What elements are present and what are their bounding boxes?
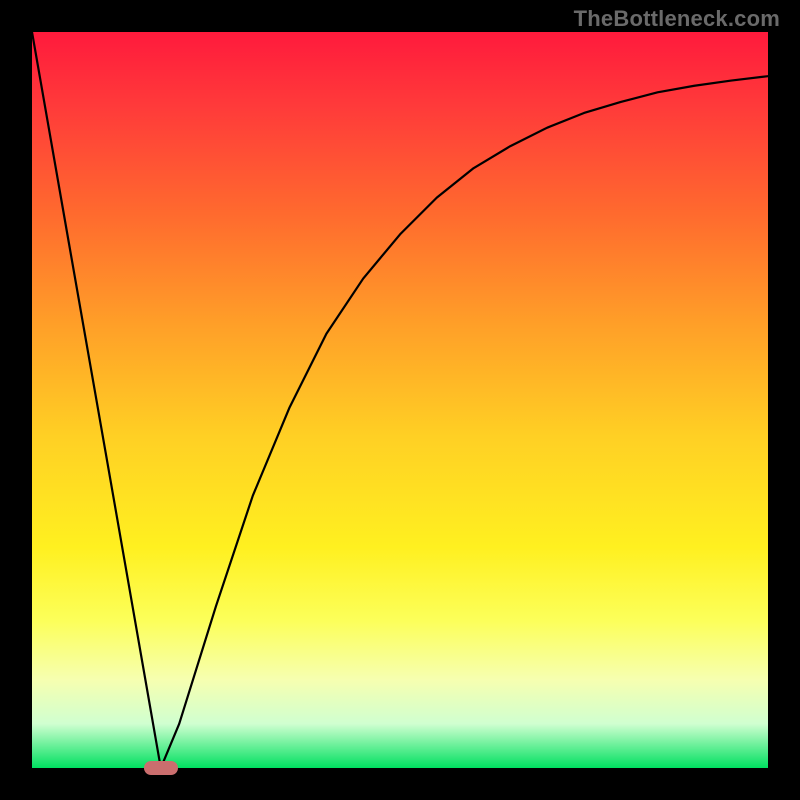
plot-area	[32, 32, 768, 768]
watermark-text: TheBottleneck.com	[574, 6, 780, 32]
bottleneck-curve	[32, 32, 768, 768]
optimal-marker	[144, 761, 178, 775]
chart-frame: TheBottleneck.com	[0, 0, 800, 800]
